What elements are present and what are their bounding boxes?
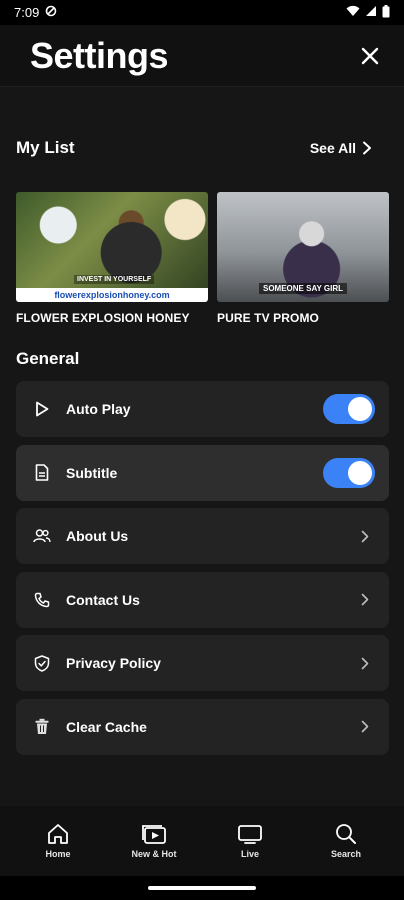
my-list-title: My List — [16, 138, 75, 157]
setting-contact-us[interactable]: Contact Us — [16, 571, 389, 628]
users-icon — [32, 526, 52, 546]
status-bar: 7:09 — [0, 0, 404, 25]
document-icon — [32, 463, 52, 483]
header: Settings — [0, 25, 404, 87]
shield-icon — [32, 653, 52, 673]
trash-icon — [32, 717, 52, 737]
thumbnail-pure-tv-promo: SOMEONE SAY GIRL — [217, 192, 389, 302]
status-right — [346, 4, 390, 21]
nav-live[interactable]: Live — [210, 823, 290, 859]
setting-clear-cache[interactable]: Clear Cache — [16, 698, 389, 755]
nav-search[interactable]: Search — [306, 823, 386, 859]
auto-play-toggle[interactable] — [323, 394, 375, 424]
my-list-item-title: PURE TV PROMO — [217, 311, 319, 325]
setting-label: Auto Play — [66, 401, 131, 417]
home-indicator[interactable] — [148, 886, 256, 890]
dnd-icon — [45, 5, 57, 20]
phone-icon — [32, 590, 52, 610]
nav-label: New & Hot — [131, 849, 177, 859]
close-button[interactable] — [352, 38, 388, 74]
nav-label: Search — [330, 849, 362, 859]
system-gesture-bar — [0, 876, 404, 900]
chevron-right-icon — [363, 141, 371, 155]
settings-list: Auto Play Subtitle About Us Contact Us P… — [16, 381, 389, 762]
wifi-icon — [346, 5, 360, 20]
signal-icon — [365, 5, 377, 20]
status-left: 7:09 — [14, 5, 57, 20]
thumbnail-overlay-tag: INVEST IN YOURSELF — [74, 275, 155, 284]
my-list-item[interactable]: INVEST IN YOURSELF flowerexplosionhoney.… — [16, 192, 208, 325]
thumbnail-overlay-tag: SOMEONE SAY GIRL — [258, 283, 348, 294]
nav-label: Home — [45, 849, 71, 859]
toggle-knob — [348, 460, 372, 485]
toggle-knob — [348, 397, 372, 421]
settings-screen: 7:09 Settings My List See All INVEST IN … — [0, 0, 404, 900]
chevron-right-icon — [355, 590, 375, 610]
my-list-header: My List See All — [16, 138, 372, 158]
thumbnail-flower-explosion-honey: INVEST IN YOURSELF flowerexplosionhoney.… — [16, 192, 208, 302]
home-icon — [48, 824, 68, 844]
play-icon — [32, 399, 52, 419]
nav-home[interactable]: Home — [18, 823, 98, 859]
page-title: Settings — [30, 34, 169, 76]
chevron-right-icon — [355, 526, 375, 546]
general-title: General — [16, 349, 80, 368]
setting-label: About Us — [66, 528, 129, 544]
setting-label: Subtitle — [66, 464, 118, 481]
search-icon — [336, 824, 356, 844]
nav-new-hot[interactable]: New & Hot — [114, 823, 194, 859]
setting-auto-play[interactable]: Auto Play — [16, 381, 389, 437]
setting-privacy-policy[interactable]: Privacy Policy — [16, 635, 389, 691]
bottom-nav: Home New & Hot Live Search — [0, 806, 404, 876]
thumbnail-overlay-caption: flowerexplosionhoney.com — [16, 288, 208, 302]
tv-icon — [238, 825, 262, 844]
play-library-icon — [142, 825, 166, 844]
my-list-item[interactable]: SOMEONE SAY GIRL PURE TV PROMO — [217, 192, 389, 325]
my-list-carousel: INVEST IN YOURSELF flowerexplosionhoney.… — [16, 192, 389, 325]
battery-icon — [382, 4, 390, 21]
status-time: 7:09 — [14, 5, 40, 20]
setting-label: Privacy Policy — [66, 655, 161, 671]
chevron-right-icon — [355, 717, 375, 737]
close-icon — [361, 47, 379, 64]
see-all-button[interactable]: See All — [310, 140, 372, 156]
subtitle-toggle[interactable] — [323, 457, 375, 488]
see-all-label: See All — [309, 140, 356, 156]
chevron-right-icon — [355, 653, 375, 673]
setting-about-us[interactable]: About Us — [16, 508, 389, 564]
setting-subtitle[interactable]: Subtitle — [16, 444, 389, 501]
nav-label: Live — [240, 849, 259, 859]
my-list-item-title: FLOWER EXPLOSION HONEY — [16, 311, 190, 325]
setting-label: Clear Cache — [66, 718, 147, 735]
setting-label: Contact Us — [66, 591, 140, 608]
